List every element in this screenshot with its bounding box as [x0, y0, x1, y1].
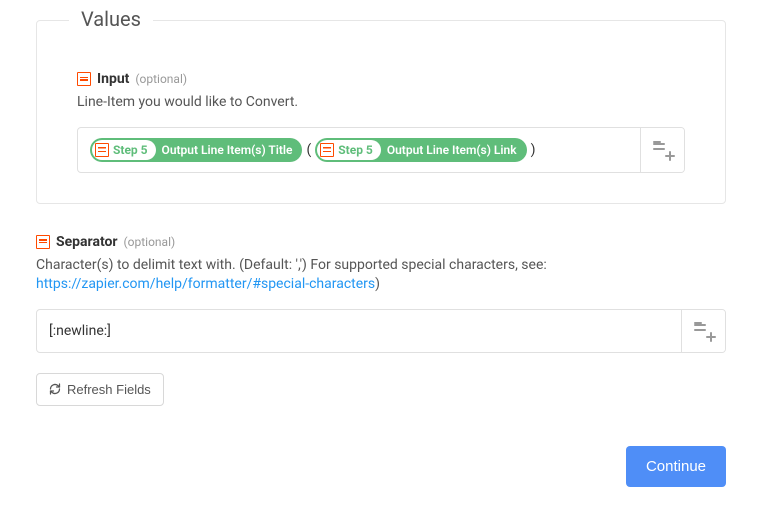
- footer: Continue: [36, 446, 726, 487]
- insert-data-icon: [653, 141, 673, 159]
- pill-step-label: Step 5: [113, 143, 148, 157]
- insert-data-icon: [694, 322, 714, 340]
- formatter-icon: [320, 143, 334, 157]
- separator-label: Separator: [56, 234, 118, 250]
- separator-body[interactable]: [:newline:]: [37, 310, 681, 352]
- pill-step-label: Step 5: [338, 143, 373, 157]
- pill-field-label: Output Line Item(s) Title: [162, 143, 293, 157]
- refresh-icon: [49, 383, 61, 395]
- formatter-icon: [95, 143, 109, 157]
- literal-text: (: [306, 142, 311, 158]
- mapped-pill[interactable]: Step 5 Output Line Item(s) Link: [315, 138, 526, 162]
- separator-desc-suffix: ): [375, 276, 380, 292]
- special-chars-link[interactable]: https://zapier.com/help/formatter/#speci…: [36, 276, 375, 292]
- separator-optional: (optional): [124, 235, 176, 249]
- insert-data-button[interactable]: [681, 310, 725, 352]
- input-label: Input: [97, 71, 129, 87]
- continue-button[interactable]: Continue: [626, 446, 726, 487]
- formatter-icon: [36, 235, 50, 249]
- values-legend: Values: [69, 7, 153, 31]
- formatter-icon: [77, 72, 91, 86]
- mapped-pill[interactable]: Step 5 Output Line Item(s) Title: [90, 138, 302, 162]
- values-fieldset: Values Input (optional) Line-Item you wo…: [36, 20, 726, 204]
- literal-text: ): [531, 142, 536, 158]
- input-body[interactable]: Step 5 Output Line Item(s) Title ( Step …: [78, 128, 640, 172]
- input-label-row: Input (optional): [77, 71, 685, 87]
- refresh-fields-button[interactable]: Refresh Fields: [36, 373, 164, 406]
- pill-step-badge: Step 5: [92, 140, 156, 160]
- separator-desc-prefix: Character(s) to delimit text with. (Defa…: [36, 257, 547, 273]
- separator-label-row: Separator (optional): [36, 234, 726, 250]
- input-field-block: Input (optional) Line-Item you would lik…: [77, 71, 685, 173]
- separator-description: Character(s) to delimit text with. (Defa…: [36, 256, 726, 295]
- insert-data-button[interactable]: [640, 128, 684, 172]
- input-description: Line-Item you would like to Convert.: [77, 93, 685, 113]
- refresh-label: Refresh Fields: [67, 382, 151, 397]
- separator-value: [:newline:]: [49, 323, 111, 339]
- input-field[interactable]: Step 5 Output Line Item(s) Title ( Step …: [77, 127, 685, 173]
- separator-field[interactable]: [:newline:]: [36, 309, 726, 353]
- pill-step-badge: Step 5: [317, 140, 381, 160]
- input-optional: (optional): [135, 72, 187, 86]
- separator-field-block: Separator (optional) Character(s) to del…: [36, 234, 726, 353]
- pill-field-label: Output Line Item(s) Link: [387, 143, 517, 157]
